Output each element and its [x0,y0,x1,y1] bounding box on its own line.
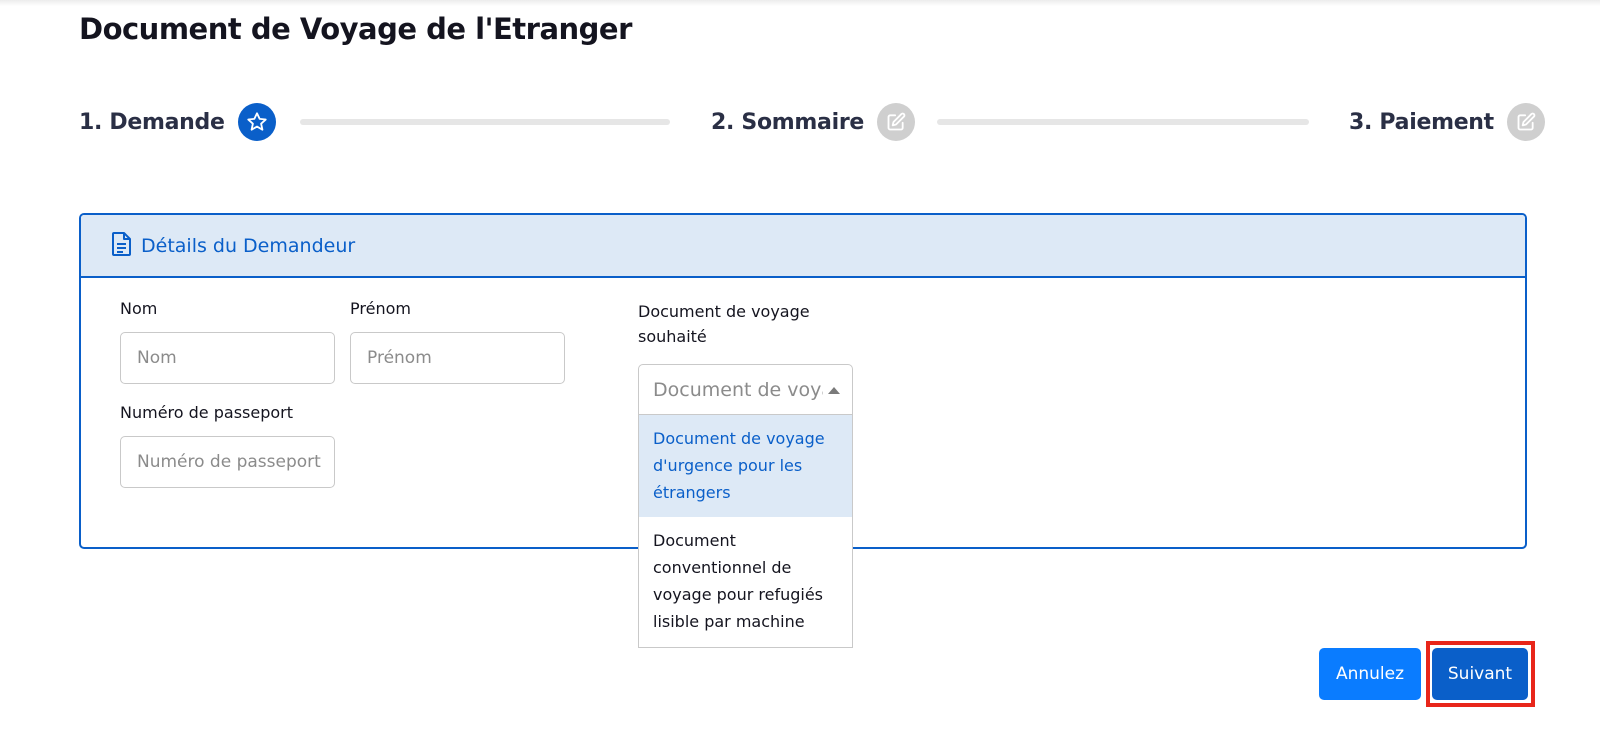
document-type-placeholder: Document de voyage souhaité [653,378,823,401]
step-label-sommaire: 2. Sommaire [711,109,864,135]
caret-up-icon [828,387,840,394]
prenom-label: Prénom [350,299,411,318]
passeport-label: Numéro de passeport [120,403,293,422]
step-label-paiement: 3. Paiement [1349,109,1494,135]
nom-input[interactable] [120,332,335,384]
dropdown-option-conventionnel[interactable]: Document conventionnel de voyage pour re… [639,517,852,647]
edit-icon [1506,103,1545,141]
step-sommaire: 2. Sommaire [711,102,915,142]
step-label-demande: 1. Demande [79,109,225,135]
next-button[interactable]: Suivant [1432,648,1528,700]
document-type-dropdown: Document de voyage d'urgence pour les ét… [638,414,853,648]
step-connector-2 [937,119,1309,125]
nom-label: Nom [120,299,158,318]
cancel-button[interactable]: Annulez [1319,648,1421,700]
star-icon [237,103,276,141]
document-icon [111,231,133,261]
top-shadow [0,0,1600,6]
step-paiement: 3. Paiement [1349,102,1545,142]
dropdown-option-urgence[interactable]: Document de voyage d'urgence pour les ét… [639,415,852,517]
card-header: Détails du Demandeur [81,215,1525,278]
passeport-input[interactable] [120,436,335,488]
card-title: Détails du Demandeur [141,234,356,257]
page-title: Document de Voyage de l'Etranger [79,12,632,46]
step-demande: 1. Demande [79,102,276,142]
prenom-input[interactable] [350,332,565,384]
document-type-select[interactable]: Document de voyage souhaité [638,364,853,415]
edit-icon [877,103,915,141]
step-connector-1 [300,119,670,125]
document-type-label: Document de voyage souhaité [638,302,810,346]
